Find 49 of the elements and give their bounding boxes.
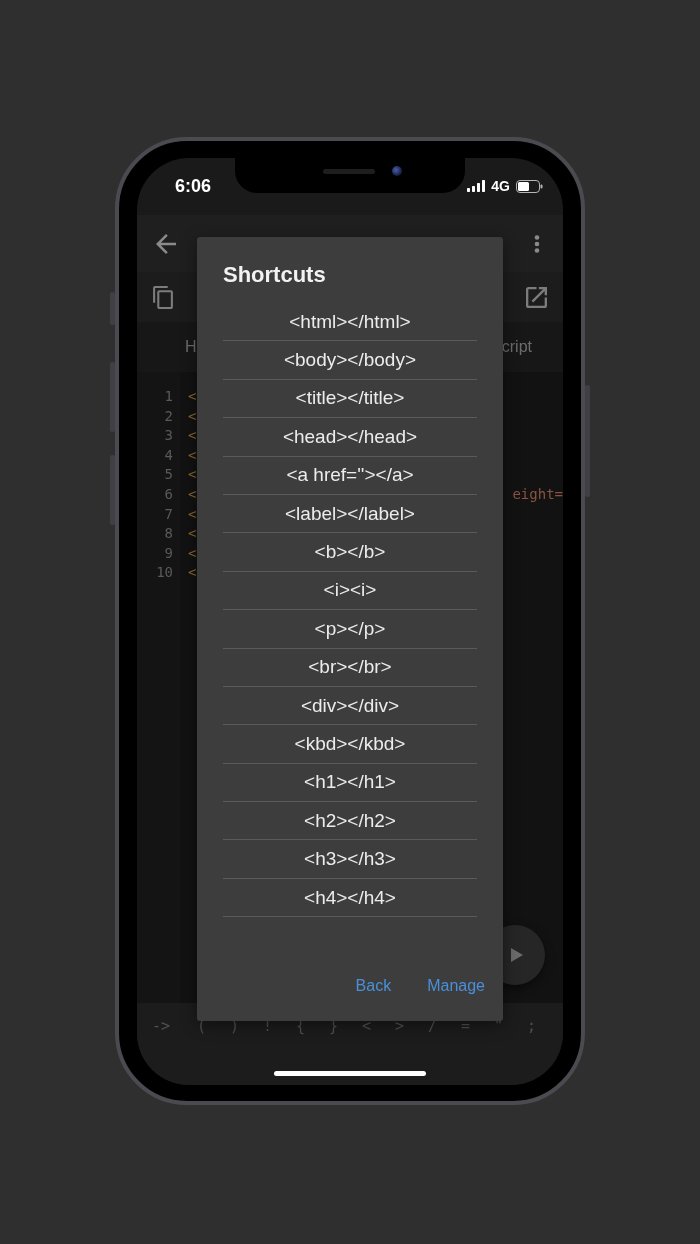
code-text: <: [188, 524, 197, 544]
line-number: 6: [163, 484, 173, 504]
copy-icon[interactable]: [153, 285, 173, 309]
shortcut-item[interactable]: <head></head>: [223, 418, 477, 457]
shortcut-item[interactable]: <a href=''></a>: [223, 456, 477, 495]
shortcut-item[interactable]: <title></title>: [223, 379, 477, 419]
shortcut-item[interactable]: <label></label>: [223, 494, 477, 534]
code-text: <: [188, 484, 197, 504]
code-text: <: [188, 543, 197, 563]
back-arrow-icon[interactable]: [156, 233, 176, 254]
line-number: 3: [163, 426, 173, 446]
open-external-icon[interactable]: [526, 286, 547, 308]
shortcut-item[interactable]: <p></p>: [223, 610, 477, 649]
status-time: 6:06: [175, 176, 212, 196]
shortcut-item[interactable]: <h1></h1>: [223, 763, 477, 803]
shortcut-item[interactable]: <html></html>: [223, 303, 477, 342]
code-text: eight=: [512, 484, 563, 504]
line-number: 1: [163, 387, 173, 406]
line-number: 5: [163, 465, 173, 485]
play-icon: [510, 948, 523, 962]
line-number: 4: [163, 445, 173, 465]
shortcut-item[interactable]: <h3></h3>: [223, 840, 477, 879]
shortcut-item[interactable]: <i><i>: [223, 571, 477, 611]
line-number: 8: [163, 524, 173, 544]
code-text: <: [188, 387, 197, 406]
shortcut-item[interactable]: <h2></h2>: [223, 802, 477, 841]
code-text: <: [188, 563, 197, 583]
dialog-title: Shortcuts: [223, 263, 326, 287]
shortcut-item[interactable]: <h4></h4>: [223, 878, 477, 918]
line-number: 2: [163, 406, 173, 426]
signal-icon: [467, 180, 486, 192]
battery-icon: [516, 179, 543, 193]
shortcut-item[interactable]: <b></b>: [223, 533, 477, 572]
line-number: 10: [155, 563, 173, 583]
code-text: <: [188, 445, 197, 465]
network-type: 4G: [491, 178, 510, 194]
code-text: <: [188, 426, 197, 446]
code-text: <: [188, 406, 197, 426]
shortcut-item[interactable]: <body></body>: [223, 341, 477, 380]
camera-lens-icon: [392, 166, 402, 176]
code-text: <: [188, 465, 197, 485]
more-options-icon[interactable]: [534, 234, 540, 253]
shortcut-item[interactable]: <div></div>: [223, 686, 477, 726]
shortcut-item[interactable]: <kbd></kbd>: [223, 725, 477, 764]
line-number: 9: [163, 543, 173, 563]
speaker-grille-icon: [323, 169, 375, 174]
code-text: <: [188, 504, 197, 524]
line-number: 7: [163, 504, 173, 524]
shortcut-item[interactable]: <br></br>: [223, 648, 477, 687]
